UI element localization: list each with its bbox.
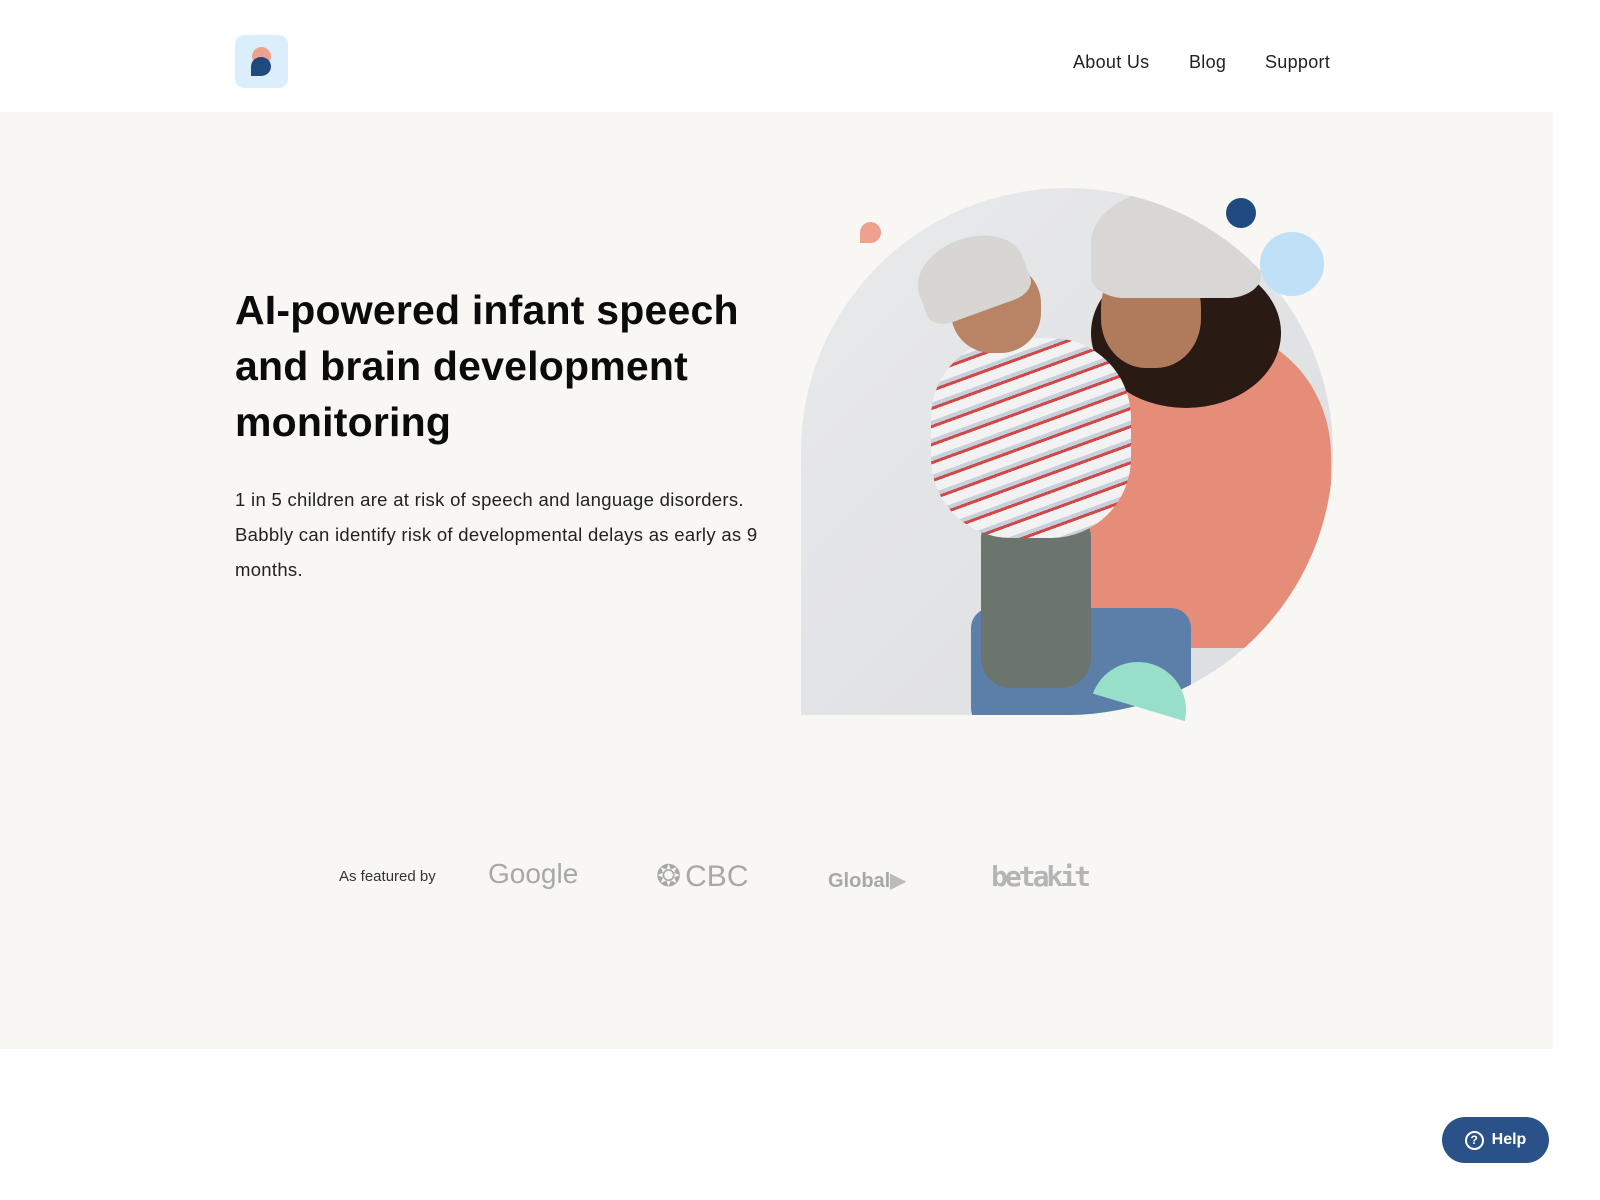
cbc-logo: ❂ CBC [656,859,749,894]
nav-about-us[interactable]: About Us [1073,52,1149,73]
nav-support[interactable]: Support [1265,52,1330,73]
help-button[interactable]: ? Help [1442,1117,1549,1163]
decor-light-blue-circle [1260,232,1324,296]
question-circle-icon: ? [1464,1130,1484,1150]
global-logo: Global▶ [828,870,906,892]
featured-label: As featured by [339,868,436,885]
google-logo: Google [488,858,579,889]
betakit-logo: betakit [991,860,1091,893]
hero-image-mother-and-baby [801,188,1333,715]
hero-title: AI-powered infant speech and brain devel… [235,287,739,445]
nav-blog[interactable]: Blog [1189,52,1226,73]
decor-blue-dot [1226,198,1256,228]
hero-subtitle: 1 in 5 children are at risk of speech an… [235,489,758,580]
babbly-logo[interactable] [235,35,288,88]
site-header: About Us Blog Support [0,0,1553,112]
decor-coral-shape [860,222,881,243]
